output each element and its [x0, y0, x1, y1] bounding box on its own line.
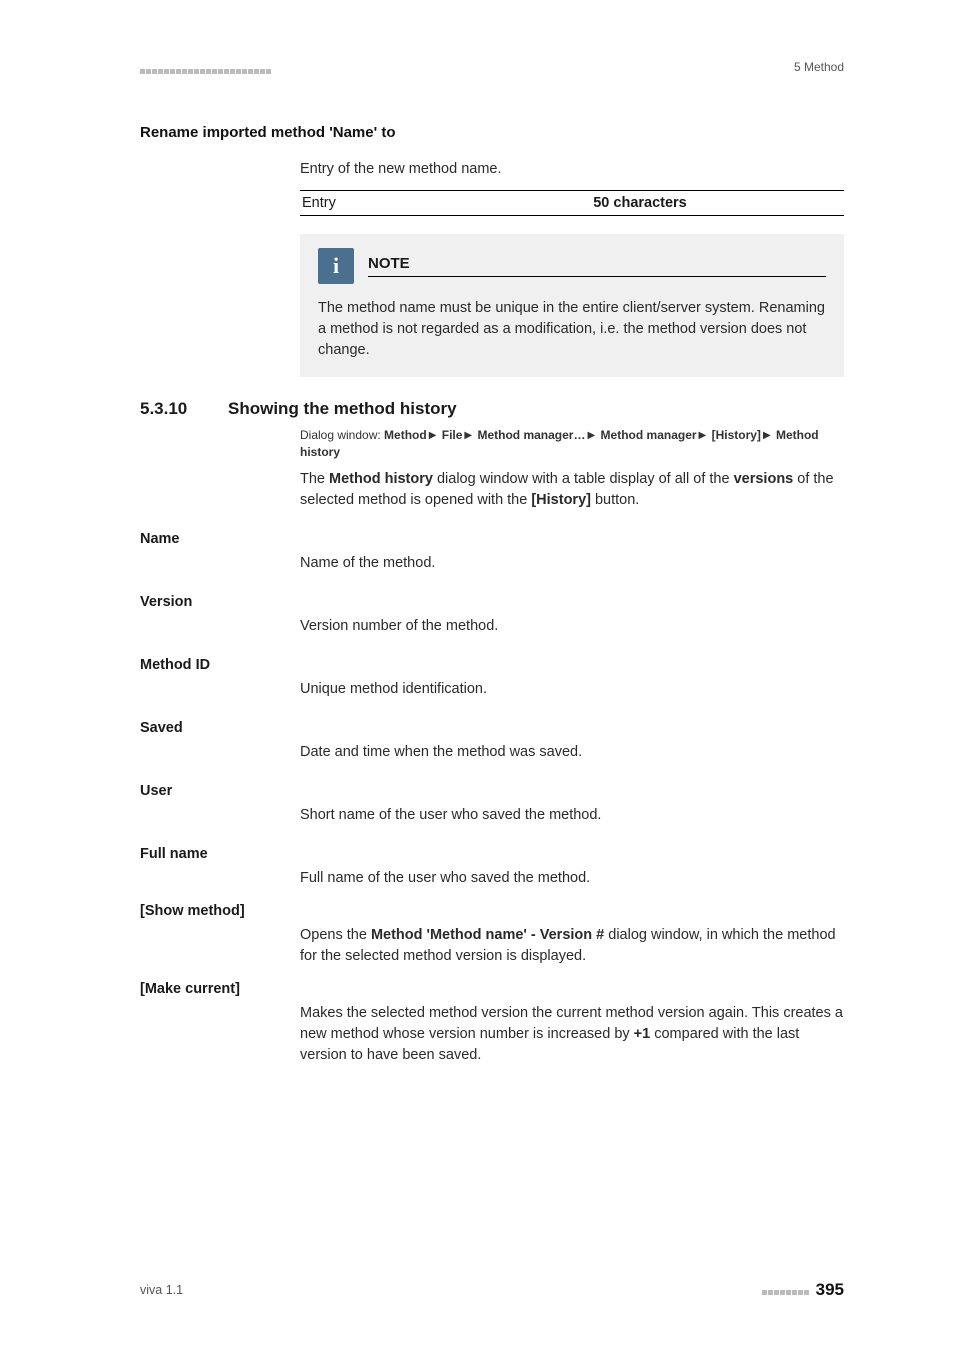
- header-section-label: 5 Method: [794, 60, 844, 74]
- ui-ref: versions: [734, 471, 794, 487]
- note-box: i NOTE The method name must be unique in…: [300, 234, 844, 377]
- def-body: Date and time when the method was saved.: [300, 742, 844, 763]
- def-user: User Short name of the user who saved th…: [140, 783, 844, 826]
- chevron-right-icon: ▶: [697, 430, 709, 441]
- text: Opens the: [300, 927, 371, 943]
- def-term: User: [140, 783, 844, 799]
- rename-heading: Rename imported method 'Name' to: [140, 124, 844, 141]
- crumb-part: File: [442, 428, 463, 442]
- chevron-right-icon: ▶: [462, 430, 474, 441]
- def-full-name: Full name Full name of the user who save…: [140, 846, 844, 889]
- def-name: Name Name of the method.: [140, 531, 844, 574]
- chevron-right-icon: ▶: [427, 430, 439, 441]
- section-title: Showing the method history: [228, 399, 457, 419]
- def-body: Makes the selected method version the cu…: [300, 1003, 844, 1066]
- def-term: Saved: [140, 720, 844, 736]
- entry-label: Entry: [300, 191, 436, 216]
- def-method-id: Method ID Unique method identification.: [140, 657, 844, 700]
- section-heading: 5.3.10 Showing the method history: [140, 399, 844, 419]
- def-term: [Make current]: [140, 981, 844, 997]
- def-body: Short name of the user who saved the met…: [300, 805, 844, 826]
- text: button.: [591, 492, 639, 508]
- note-title: NOTE: [368, 255, 826, 277]
- def-saved: Saved Date and time when the method was …: [140, 720, 844, 763]
- chevron-right-icon: ▶: [761, 430, 773, 441]
- section-number: 5.3.10: [140, 399, 228, 419]
- def-body: Opens the Method 'Method name' - Version…: [300, 925, 844, 967]
- def-body: Full name of the user who saved the meth…: [300, 868, 844, 889]
- def-term: [Show method]: [140, 903, 844, 919]
- page-number: 395: [816, 1280, 844, 1300]
- rename-description: Entry of the new method name.: [300, 159, 844, 180]
- crumb-part: Method: [384, 428, 427, 442]
- entry-spec-table: Entry 50 characters: [300, 190, 844, 216]
- ui-ref: Method history: [329, 471, 433, 487]
- text: The: [300, 471, 329, 487]
- def-term: Full name: [140, 846, 844, 862]
- def-term: Method ID: [140, 657, 844, 673]
- def-show-method: [Show method] Opens the Method 'Method n…: [140, 903, 844, 967]
- crumb-part: Method manager…: [477, 428, 585, 442]
- ui-ref: Method 'Method name' - Version #: [371, 927, 604, 943]
- page-footer: viva 1.1 395: [140, 1280, 844, 1300]
- def-body: Name of the method.: [300, 553, 844, 574]
- section-body: Dialog window: Method▶ File▶ Method mana…: [300, 427, 844, 511]
- def-term: Version: [140, 594, 844, 610]
- crumb-prefix: Dialog window:: [300, 428, 384, 442]
- footer-left: viva 1.1: [140, 1283, 183, 1297]
- rename-section: Entry of the new method name. Entry 50 c…: [300, 159, 844, 377]
- note-header: i NOTE: [318, 248, 826, 284]
- page: 5 Method Rename imported method 'Name' t…: [0, 0, 954, 1350]
- def-make-current: [Make current] Makes the selected method…: [140, 981, 844, 1066]
- header-ornament: [140, 69, 272, 74]
- def-version: Version Version number of the method.: [140, 594, 844, 637]
- def-term: Name: [140, 531, 844, 547]
- breadcrumb: Dialog window: Method▶ File▶ Method mana…: [300, 427, 844, 461]
- note-body: The method name must be unique in the en…: [318, 298, 826, 361]
- info-icon: i: [318, 248, 354, 284]
- ui-ref: [History]: [531, 492, 591, 508]
- page-header: 5 Method: [140, 60, 844, 74]
- footer-ornament: [762, 1290, 810, 1295]
- text: dialog window with a table display of al…: [433, 471, 734, 487]
- def-body: Version number of the method.: [300, 616, 844, 637]
- def-body: Unique method identification.: [300, 679, 844, 700]
- section-intro: The Method history dialog window with a …: [300, 469, 844, 511]
- chevron-right-icon: ▶: [585, 430, 597, 441]
- ui-ref: +1: [634, 1026, 651, 1042]
- footer-right: 395: [762, 1280, 844, 1300]
- crumb-part: [History]: [712, 428, 761, 442]
- entry-value: 50 characters: [436, 191, 844, 216]
- crumb-part: Method manager: [601, 428, 697, 442]
